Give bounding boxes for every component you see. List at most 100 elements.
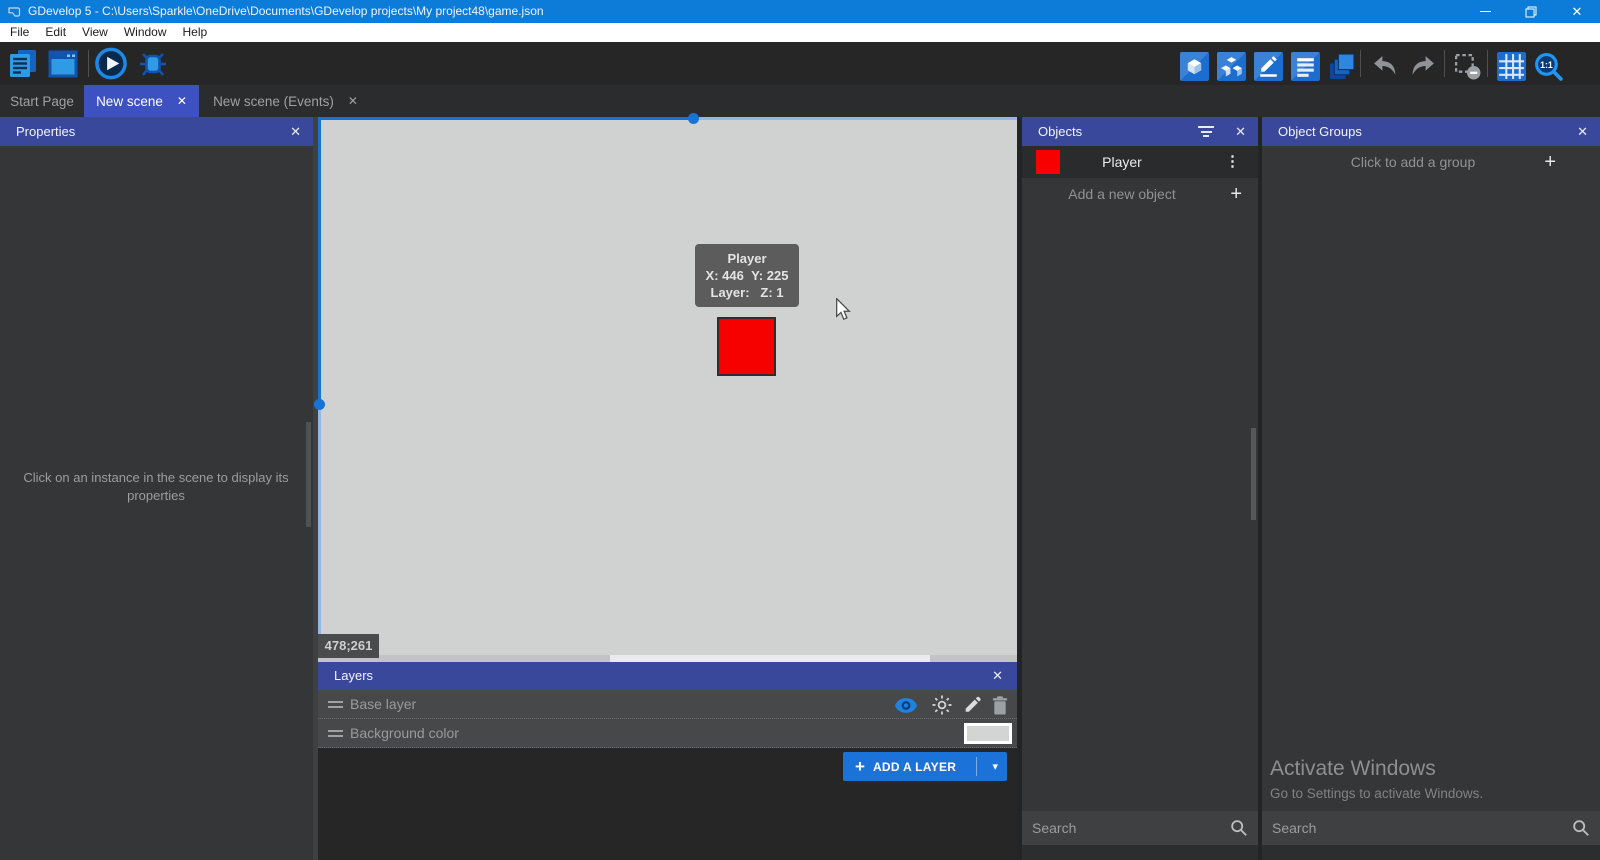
start-page-button[interactable] bbox=[46, 47, 80, 81]
toggle-grid-button[interactable] bbox=[1494, 49, 1528, 83]
layer-effects-button[interactable] bbox=[930, 693, 954, 717]
objects-panel: Objects ✕ Player ⋮ Add a new object + bbox=[1022, 117, 1258, 860]
object-menu-kebab-icon[interactable]: ⋮ bbox=[1225, 146, 1240, 178]
menu-item-edit[interactable]: Edit bbox=[37, 23, 74, 42]
object-groups-close-icon[interactable]: ✕ bbox=[1577, 117, 1588, 146]
add-object-label: Add a new object bbox=[1022, 178, 1222, 210]
tab-label: New scene bbox=[96, 94, 163, 109]
activate-windows-watermark: Activate Windows bbox=[1270, 757, 1436, 781]
game-window-border-top-faded bbox=[690, 117, 1017, 120]
redo-button[interactable] bbox=[1405, 49, 1439, 83]
toggle-objects-panel-button[interactable] bbox=[1177, 49, 1211, 83]
panel-bottom-strip bbox=[1022, 845, 1258, 860]
tab-start-page[interactable]: Start Page bbox=[0, 85, 84, 117]
eye-icon bbox=[895, 698, 917, 713]
zoom-original-button[interactable]: 1:1 bbox=[1531, 49, 1565, 83]
drag-handle-icon[interactable] bbox=[328, 701, 343, 708]
play-icon bbox=[94, 46, 128, 81]
object-row-player[interactable]: Player ⋮ bbox=[1022, 146, 1258, 178]
minimize-button[interactable] bbox=[1462, 0, 1508, 23]
project-manager-icon bbox=[7, 48, 39, 80]
tooltip-z: Z: 1 bbox=[760, 285, 783, 300]
player-instance[interactable] bbox=[717, 317, 776, 376]
plus-icon[interactable]: + bbox=[1230, 178, 1242, 210]
layer-name: Base layer bbox=[350, 690, 416, 719]
undo-icon bbox=[1371, 52, 1400, 81]
object-name: Player bbox=[1022, 146, 1222, 178]
edit-scene-properties-button[interactable] bbox=[1251, 49, 1285, 83]
menu-item-view[interactable]: View bbox=[74, 23, 116, 42]
menu-item-help[interactable]: Help bbox=[175, 23, 216, 42]
layers-panel: Layers ✕ Base layer bbox=[318, 662, 1017, 860]
activate-windows-watermark-subtitle: Go to Settings to activate Windows. bbox=[1270, 786, 1483, 801]
object-groups-panel-title: Object Groups bbox=[1278, 117, 1362, 146]
close-window-button[interactable]: ✕ bbox=[1554, 0, 1600, 23]
scene-canvas[interactable]: Player X: 446 Y: 225 Layer: Z: 1 478;261 bbox=[318, 117, 1017, 655]
pencil-icon bbox=[963, 696, 981, 714]
add-object-row[interactable]: Add a new object + bbox=[1022, 178, 1258, 210]
tab-new-scene-events[interactable]: New scene (Events) ✕ bbox=[199, 85, 372, 117]
svg-text:1:1: 1:1 bbox=[1540, 60, 1553, 70]
canvas-horizontal-scrollbar[interactable] bbox=[318, 655, 1017, 662]
scrollbar-thumb[interactable] bbox=[610, 655, 930, 662]
background-color-swatch[interactable] bbox=[964, 723, 1012, 744]
filter-icon[interactable] bbox=[1198, 126, 1214, 138]
clear-selection-button[interactable] bbox=[1450, 49, 1484, 83]
debug-bug-icon bbox=[137, 48, 169, 80]
toolbar-separator bbox=[1487, 50, 1488, 77]
titlebar[interactable]: GDevelop 5 - C:\Users\Sparkle\OneDrive\D… bbox=[0, 0, 1600, 23]
add-layer-button[interactable]: + ADD A LAYER ▾ bbox=[843, 752, 1007, 781]
layers-panel-button[interactable] bbox=[1324, 49, 1358, 83]
menu-item-file[interactable]: File bbox=[2, 23, 37, 42]
layer-visibility-button[interactable] bbox=[894, 693, 918, 717]
tab-new-scene[interactable]: New scene ✕ bbox=[84, 85, 199, 117]
close-window-icon: ✕ bbox=[1572, 0, 1583, 23]
game-window-handle-left[interactable] bbox=[314, 399, 325, 410]
tooltip-x: X: 446 bbox=[706, 268, 744, 283]
instances-list-button[interactable] bbox=[1288, 49, 1322, 83]
objects-search-bar bbox=[1022, 811, 1258, 845]
project-manager-button[interactable] bbox=[6, 47, 40, 81]
groups-search-input[interactable] bbox=[1272, 811, 1509, 845]
objects-scrollbar[interactable] bbox=[1251, 428, 1256, 520]
edit-pencil-panel-icon bbox=[1254, 52, 1283, 81]
menu-item-window[interactable]: Window bbox=[116, 23, 175, 42]
layer-row-background-color[interactable]: Background color bbox=[318, 719, 1017, 748]
objects-close-icon[interactable]: ✕ bbox=[1235, 117, 1246, 146]
properties-close-icon[interactable]: ✕ bbox=[290, 117, 301, 146]
drag-handle-icon[interactable] bbox=[328, 730, 343, 737]
add-group-label: Click to add a group bbox=[1262, 146, 1564, 178]
properties-scrollbar[interactable] bbox=[306, 422, 311, 527]
game-window-handle-top[interactable] bbox=[688, 113, 699, 124]
button-divider bbox=[976, 757, 977, 776]
preview-button[interactable] bbox=[94, 46, 128, 80]
undo-button[interactable] bbox=[1368, 49, 1402, 83]
search-icon bbox=[1572, 819, 1590, 837]
layer-name: Background color bbox=[350, 719, 459, 748]
plus-icon: + bbox=[855, 752, 865, 781]
menubar: File Edit View Window Help bbox=[0, 23, 1600, 42]
tab-close-icon[interactable]: ✕ bbox=[177, 94, 187, 108]
debug-button[interactable] bbox=[136, 47, 170, 81]
layers-panel-icon bbox=[1327, 52, 1356, 81]
objects-search-input[interactable] bbox=[1032, 811, 1197, 845]
tooltip-layer: Layer: bbox=[711, 285, 750, 300]
object-groups-panel-icon bbox=[1217, 52, 1246, 81]
plus-icon[interactable]: + bbox=[1544, 146, 1556, 178]
layer-delete-button[interactable] bbox=[988, 693, 1012, 717]
restore-button[interactable] bbox=[1508, 0, 1554, 23]
layer-edit-button[interactable] bbox=[960, 693, 984, 717]
tabbar: Start Page New scene ✕ New scene (Events… bbox=[0, 85, 1600, 117]
toggle-object-groups-panel-button[interactable] bbox=[1214, 49, 1248, 83]
layer-row-base[interactable]: Base layer bbox=[318, 690, 1017, 719]
game-window-border-left-faded bbox=[318, 402, 321, 655]
toolbar-separator bbox=[1360, 50, 1361, 77]
layers-close-icon[interactable]: ✕ bbox=[992, 662, 1003, 690]
caret-down-icon[interactable]: ▾ bbox=[992, 760, 998, 773]
grid-icon bbox=[1497, 52, 1526, 81]
tab-close-icon[interactable]: ✕ bbox=[348, 94, 358, 108]
toolbar: 1:1 bbox=[0, 42, 1600, 85]
properties-panel-header: Properties ✕ bbox=[0, 117, 313, 146]
add-group-row[interactable]: Click to add a group + bbox=[1262, 146, 1600, 178]
toolbar-separator bbox=[1444, 50, 1445, 77]
